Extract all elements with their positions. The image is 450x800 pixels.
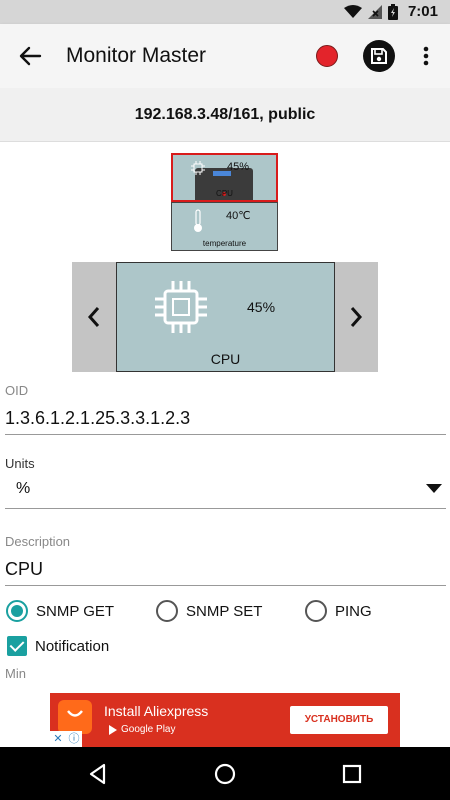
nav-recents-icon[interactable]: [340, 762, 364, 786]
notification-label: Notification: [35, 637, 110, 655]
radio-label: PING: [335, 602, 372, 620]
content-area: 45% CPU 40℃ temperature 45% CPU OID 1.3.…: [0, 142, 450, 747]
widget-label: CPU: [210, 351, 241, 367]
system-nav-bar: [0, 747, 450, 800]
battery-icon: [387, 3, 398, 20]
radio-ping[interactable]: PING: [305, 600, 372, 622]
description-underline: [5, 585, 446, 586]
clock: 7:01: [407, 3, 438, 20]
widget-preview[interactable]: 45% CPU: [116, 262, 335, 372]
ad-store-label: Google Play: [121, 724, 176, 735]
radio-unchecked-icon: [305, 600, 327, 622]
app-title: Monitor Master: [66, 44, 207, 67]
chevron-down-icon[interactable]: [426, 484, 442, 493]
widget-thumbnails: 45% CPU 40℃ temperature: [171, 153, 279, 251]
google-play-icon: [109, 724, 117, 735]
description-field[interactable]: CPU: [5, 559, 43, 580]
ad-choices[interactable]: ✕ ⓘ: [50, 731, 82, 747]
units-select[interactable]: %: [16, 480, 30, 498]
cpu-icon: [191, 161, 205, 175]
record-icon[interactable]: [316, 45, 338, 67]
thermometer-icon: [194, 209, 202, 232]
thumbnail-cpu[interactable]: 45% CPU: [171, 153, 278, 202]
min-label: Min: [5, 666, 26, 681]
wifi-icon: [343, 4, 362, 18]
request-type-group: SNMP GET SNMP SET PING: [6, 600, 446, 626]
units-underline: [5, 508, 446, 509]
notification-checkbox[interactable]: Notification: [7, 636, 109, 656]
oid-underline: [5, 434, 446, 435]
ad-store: Google Play: [108, 724, 175, 735]
thumbnail-value: 40℃: [226, 210, 251, 222]
no-signal-icon: [367, 4, 382, 19]
ad-banner[interactable]: Install Aliexpress Google Play УСТАНОВИТ…: [50, 693, 400, 747]
radio-unchecked-icon: [156, 600, 178, 622]
thumbnail-label: temperature: [202, 239, 247, 248]
cpu-icon: [155, 281, 207, 333]
thumbnail-temperature[interactable]: 40℃ temperature: [171, 202, 278, 251]
save-icon: [371, 48, 387, 64]
status-bar: 7:01: [0, 0, 450, 24]
radio-label: SNMP SET: [186, 602, 263, 620]
radio-snmp-set[interactable]: SNMP SET: [156, 600, 262, 622]
status-icons: 7:01: [343, 3, 438, 20]
ad-headline: Install Aliexpress: [104, 703, 209, 719]
radio-label: SNMP GET: [36, 602, 115, 620]
ad-install-button[interactable]: УСТАНОВИТЬ: [290, 706, 388, 734]
chevron-right-icon[interactable]: [342, 300, 370, 334]
thumbnail-value: 45%: [227, 161, 250, 173]
description-label: Description: [5, 534, 71, 549]
radio-snmp-get[interactable]: SNMP GET: [6, 600, 114, 622]
app-bar: Monitor Master: [0, 24, 450, 88]
ad-close-icon[interactable]: ✕: [50, 731, 66, 747]
oid-label: OID: [5, 383, 29, 398]
radio-checked-icon: [6, 600, 28, 622]
aliexpress-logo-icon: [58, 700, 92, 734]
thumbnail-label: CPU: [216, 189, 233, 198]
oid-field[interactable]: 1.3.6.1.2.1.25.3.3.1.2.3: [5, 408, 190, 429]
more-vert-icon[interactable]: [416, 40, 436, 72]
checkbox-checked-icon: [7, 636, 27, 656]
nav-back-icon[interactable]: [86, 762, 110, 786]
nav-home-icon[interactable]: [213, 762, 237, 786]
host-address: 192.168.3.48/161, public: [0, 88, 450, 142]
save-button[interactable]: [363, 40, 395, 72]
chevron-left-icon[interactable]: [80, 300, 108, 334]
ad-info-icon[interactable]: ⓘ: [66, 731, 82, 747]
widget-value: 45%: [247, 299, 276, 315]
units-label: Units: [5, 456, 35, 471]
widget-carousel: 45% CPU: [72, 262, 378, 372]
back-arrow-icon[interactable]: [14, 40, 46, 72]
